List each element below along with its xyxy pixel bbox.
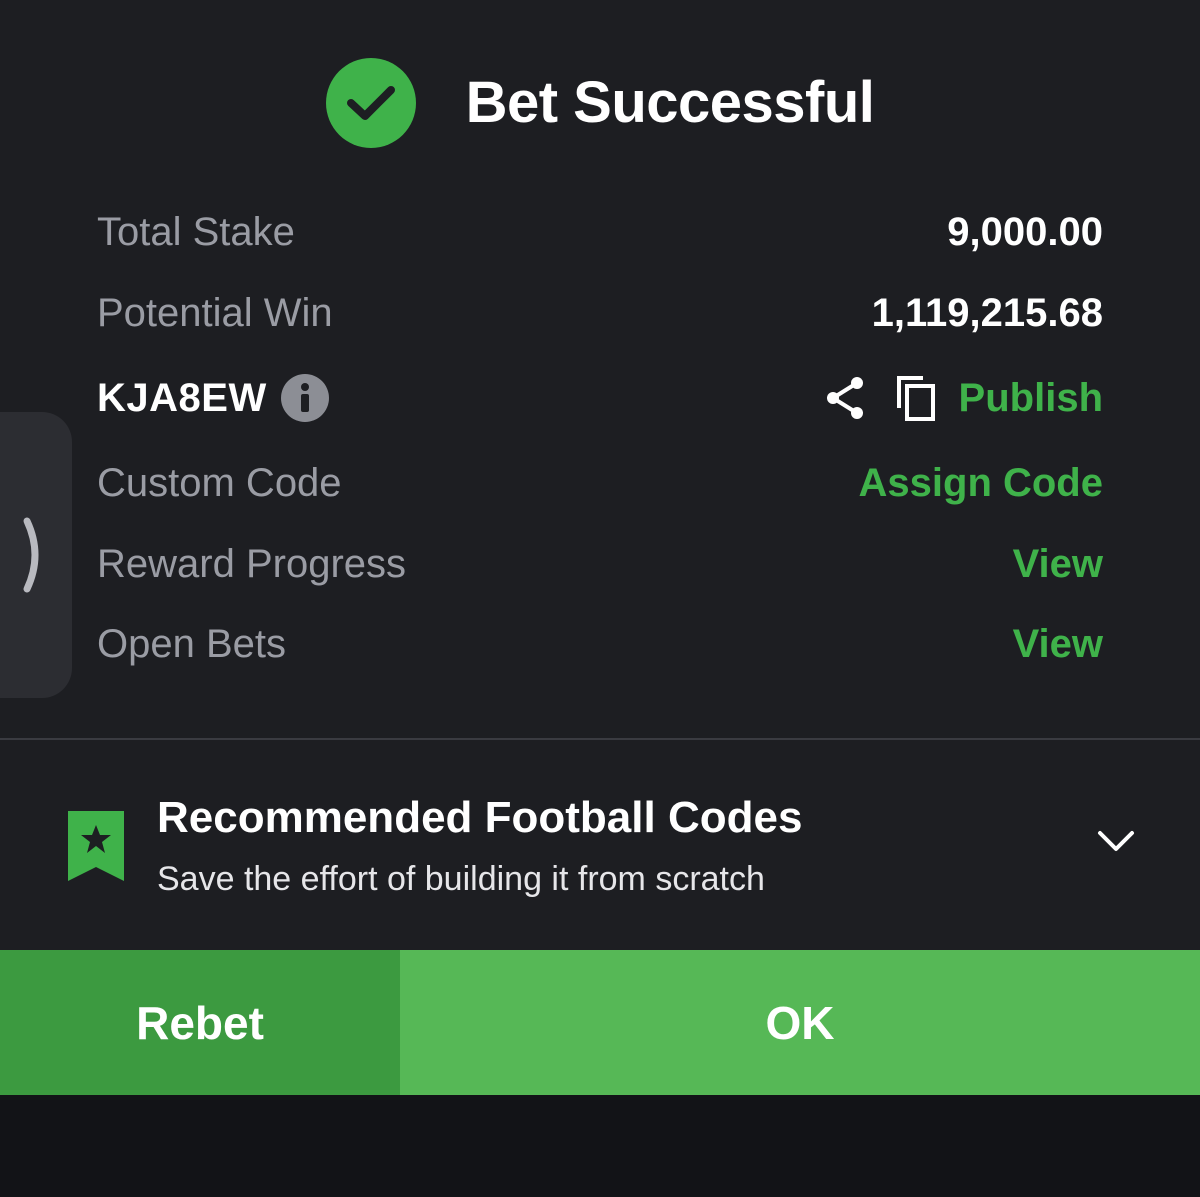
total-stake-value: 9,000.00 <box>947 209 1103 254</box>
bet-success-modal: Bet Successful Total Stake 9,000.00 Pote… <box>0 0 1200 1095</box>
chevron-down-icon[interactable] <box>1096 828 1136 859</box>
ok-button[interactable]: OK <box>400 950 1200 1095</box>
info-icon[interactable] <box>280 374 329 422</box>
copy-icon[interactable] <box>895 374 937 422</box>
reward-progress-view-link[interactable]: View <box>1013 542 1103 587</box>
modal-header: Bet Successful <box>0 55 1200 150</box>
recommended-title: Recommended Football Codes <box>157 793 803 842</box>
page-title: Bet Successful <box>465 70 875 135</box>
action-buttons: Rebet OK <box>0 950 1200 1095</box>
reward-progress-row: Reward Progress View <box>97 534 1103 594</box>
booking-code: KJA8EW <box>97 375 267 420</box>
check-circle-icon <box>325 57 416 148</box>
booking-code-actions: Publish <box>823 374 1103 422</box>
potential-win-row: Potential Win 1,119,215.68 <box>97 283 1103 343</box>
assign-code-link[interactable]: Assign Code <box>859 461 1103 506</box>
recommended-codes-section[interactable]: Recommended Football Codes Save the effo… <box>0 740 1200 950</box>
total-stake-label: Total Stake <box>97 209 295 254</box>
recommended-subtitle: Save the effort of building it from scra… <box>157 860 765 898</box>
total-stake-row: Total Stake 9,000.00 <box>97 202 1103 262</box>
booking-code-row: KJA8EW Publish <box>97 368 1103 428</box>
side-drawer-handle[interactable] <box>0 412 72 698</box>
chevron-right-icon <box>23 517 39 593</box>
rebet-button[interactable]: Rebet <box>0 950 400 1095</box>
custom-code-label: Custom Code <box>97 460 342 505</box>
share-icon[interactable] <box>823 375 867 421</box>
reward-progress-label: Reward Progress <box>97 541 407 586</box>
bookmark-star-icon <box>66 809 126 888</box>
open-bets-view-link[interactable]: View <box>1013 622 1103 667</box>
open-bets-row: Open Bets View <box>97 614 1103 674</box>
custom-code-row: Custom Code Assign Code <box>97 453 1103 513</box>
open-bets-label: Open Bets <box>97 621 287 666</box>
booking-code-group: KJA8EW <box>97 374 329 422</box>
potential-win-label: Potential Win <box>97 290 333 335</box>
bottom-background <box>0 1095 1200 1197</box>
publish-link[interactable]: Publish <box>959 376 1103 421</box>
potential-win-value: 1,119,215.68 <box>871 290 1103 335</box>
